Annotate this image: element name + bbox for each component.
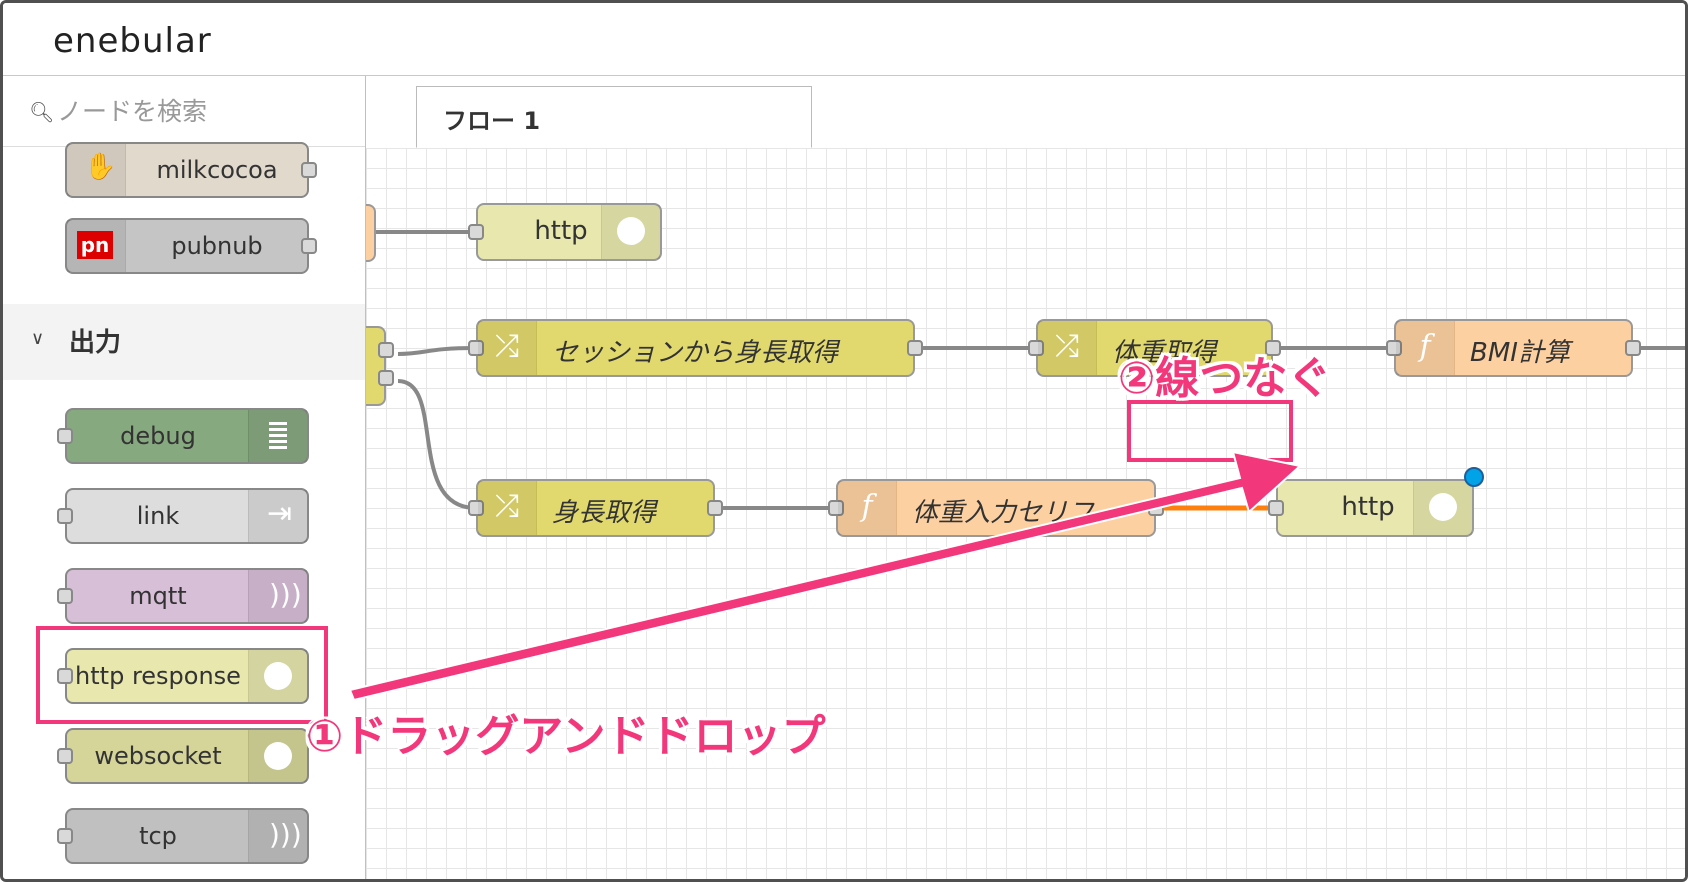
changed-indicator bbox=[1464, 467, 1484, 487]
bridge-icon: ))) bbox=[248, 570, 307, 622]
palette-node-debug[interactable]: debug bbox=[57, 408, 309, 464]
node-label: BMI計算 bbox=[1470, 338, 1570, 368]
milkcocoa-icon: ✋ bbox=[67, 144, 126, 196]
node-change-session-height[interactable]: ⤮ セッションから身長取得 bbox=[468, 319, 923, 377]
palette-node-label: debug bbox=[120, 422, 196, 450]
shuffle-icon: ⤮ bbox=[478, 321, 537, 375]
wire bbox=[397, 346, 477, 356]
tab-label: フロー 1 bbox=[443, 107, 541, 135]
palette-node-mqtt[interactable]: mqtt ))) bbox=[57, 568, 309, 624]
palette-node-label: link bbox=[136, 502, 180, 530]
node-label: セッションから身長取得 bbox=[552, 338, 839, 368]
enebular-logo: enebular bbox=[53, 21, 212, 61]
pubnub-icon: pn bbox=[67, 220, 126, 272]
globe-icon bbox=[1413, 481, 1472, 535]
palette-node-label: milkcocoa bbox=[156, 156, 278, 184]
palette-node-milkcocoa[interactable]: ✋ milkcocoa bbox=[65, 142, 317, 198]
output-port[interactable] bbox=[1148, 500, 1164, 516]
flow-tabs: フロー 1 bbox=[366, 76, 1685, 149]
node-http-in[interactable]: http bbox=[468, 203, 662, 261]
palette-node-http-response[interactable]: http response bbox=[57, 648, 309, 704]
app-header: enebular bbox=[3, 3, 1685, 76]
node-label: 身長取得 bbox=[552, 498, 657, 528]
app-window: enebular 🔍︎ ✋ milkcocoa pn pubnub ∨ 出力 bbox=[0, 0, 1688, 882]
palette-node-label: pubnub bbox=[171, 232, 263, 260]
input-port[interactable] bbox=[468, 224, 484, 240]
bridge-icon: ))) bbox=[248, 810, 307, 862]
flow-canvas[interactable]: http ⤮ セッションから身長取得 ⤮ 体重取得 f BMI計算 ⤮ 身長取得… bbox=[366, 148, 1685, 879]
chevron-down-icon: ∨ bbox=[31, 328, 45, 349]
output-port[interactable] bbox=[1265, 340, 1281, 356]
shuffle-icon: ⤮ bbox=[478, 481, 537, 535]
node-label: 体重入力セリフ bbox=[912, 498, 1095, 528]
palette-node-websocket[interactable]: websocket bbox=[57, 728, 309, 784]
palette-node-label: mqtt bbox=[129, 582, 187, 610]
output-port[interactable] bbox=[378, 342, 394, 358]
globe-icon bbox=[601, 205, 660, 259]
cut-node bbox=[366, 204, 376, 262]
output-port[interactable] bbox=[301, 162, 317, 178]
output-port[interactable] bbox=[707, 500, 723, 516]
palette-node-label: http response bbox=[75, 662, 241, 690]
node-function-weight-line[interactable]: f 体重入力セリフ bbox=[828, 479, 1164, 537]
node-label: 体重取得 bbox=[1112, 338, 1217, 368]
list-icon bbox=[248, 410, 307, 462]
palette-node-pubnub[interactable]: pn pubnub bbox=[65, 218, 317, 274]
node-http-response-new[interactable]: http bbox=[1268, 467, 1484, 537]
tab-flow-1[interactable]: フロー 1 bbox=[416, 86, 812, 148]
function-icon: f bbox=[838, 481, 897, 535]
palette-node-label: websocket bbox=[94, 742, 222, 770]
output-port[interactable] bbox=[1625, 340, 1641, 356]
function-icon: f bbox=[1396, 321, 1455, 375]
switch-node[interactable] bbox=[366, 326, 394, 406]
wire bbox=[397, 379, 477, 510]
category-label: 出力 bbox=[69, 328, 122, 358]
palette-node-label: tcp bbox=[139, 822, 177, 850]
search-icon: 🔍︎ bbox=[29, 100, 55, 124]
shuffle-icon: ⤮ bbox=[1038, 321, 1097, 375]
palette-node-link[interactable]: link ⇥ bbox=[57, 488, 309, 544]
node-change-height[interactable]: ⤮ 身長取得 bbox=[468, 479, 723, 537]
flow-workspace[interactable]: フロー 1 http ⤮ セッションから身長取得 ⤮ 体重取得 f BMI計算 … bbox=[366, 76, 1685, 879]
node-palette[interactable]: 🔍︎ ✋ milkcocoa pn pubnub ∨ 出力 debug bbox=[3, 76, 366, 879]
palette-node-tcp[interactable]: tcp ))) bbox=[57, 808, 309, 864]
node-function-bmi[interactable]: f BMI計算 bbox=[1386, 319, 1641, 377]
output-port[interactable] bbox=[378, 370, 394, 386]
node-label: http bbox=[1341, 492, 1395, 522]
input-port[interactable] bbox=[1268, 500, 1284, 516]
output-port[interactable] bbox=[301, 238, 317, 254]
palette-search[interactable]: 🔍︎ bbox=[3, 76, 365, 147]
globe-icon bbox=[248, 730, 307, 782]
link-out-icon: ⇥ bbox=[248, 490, 307, 542]
globe-icon bbox=[248, 650, 307, 702]
node-change-weight[interactable]: ⤮ 体重取得 bbox=[1028, 319, 1281, 377]
output-port[interactable] bbox=[907, 340, 923, 356]
category-output[interactable]: ∨ 出力 bbox=[3, 304, 365, 380]
search-input[interactable] bbox=[55, 92, 339, 130]
